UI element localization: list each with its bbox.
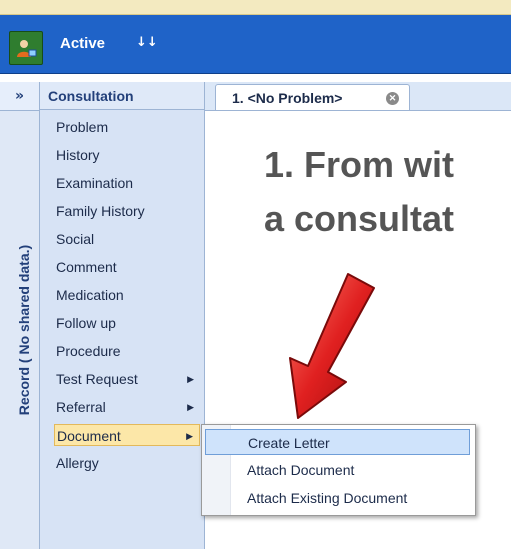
close-icon[interactable]: ✕: [386, 92, 399, 105]
menu-item-label: Comment: [56, 259, 117, 275]
tab-no-problem[interactable]: 1. <No Problem> ✕: [215, 84, 410, 110]
menu-item-comment[interactable]: Comment: [54, 256, 200, 278]
menu-item-label: Problem: [56, 119, 109, 135]
expand-panel-button[interactable]: »: [0, 82, 39, 111]
menu-item-label: Referral: [56, 399, 106, 415]
menu-item-follow-up[interactable]: Follow up: [54, 312, 200, 334]
menu-item-label: Procedure: [56, 343, 121, 359]
menu-item-procedure[interactable]: Procedure: [54, 340, 200, 362]
menu-item-label: Family History: [56, 203, 145, 219]
menu-item-family-history[interactable]: Family History: [54, 200, 200, 222]
menu-item-problem[interactable]: Problem: [54, 116, 200, 138]
menu-item-label: Examination: [56, 175, 134, 191]
consultation-panel: Consultation Problem History Examination Fa…: [40, 82, 205, 549]
menu-item-examination[interactable]: Examination: [54, 172, 200, 194]
submenu-arrow-icon: ▶: [187, 374, 194, 384]
top-strip: [0, 0, 511, 15]
toolbar: Active ↓↓: [0, 15, 511, 74]
menu-item-social[interactable]: Social: [54, 228, 200, 250]
red-arrow-icon: [289, 273, 375, 419]
menu-item-label: Follow up: [56, 315, 116, 331]
instruction-line-2: a consultat: [264, 198, 455, 239]
menu-item-label: History: [56, 147, 100, 163]
menu-item-label: Medication: [56, 287, 124, 303]
submenu-arrow-icon: ▶: [187, 402, 194, 412]
submenu-item-attach-existing-document[interactable]: Attach Existing Document: [205, 485, 470, 511]
double-chevron-down-icon[interactable]: ↓↓: [136, 35, 158, 50]
active-button[interactable]: Active: [60, 35, 105, 52]
menu-item-label: Social: [56, 231, 95, 247]
submenu-item-attach-document[interactable]: Attach Document: [205, 457, 470, 483]
document-submenu: Create Letter Attach Document Attach Exist…: [201, 424, 476, 516]
submenu-arrow-icon: ▶: [186, 431, 193, 441]
tab-bar: 1. <No Problem> ✕: [205, 82, 511, 111]
record-vertical-label: Record ( No shared data.): [16, 244, 32, 416]
instruction-line-1: 1. From wit: [264, 144, 455, 185]
menu-item-referral[interactable]: Referral ▶: [54, 396, 200, 418]
menu-item-label: Document: [57, 428, 121, 444]
consultation-header: Consultation: [40, 82, 204, 110]
record-side-strip: » Record ( No shared data.): [0, 82, 40, 549]
menu-item-history[interactable]: History: [54, 144, 200, 166]
menu-item-medication[interactable]: Medication: [54, 284, 200, 306]
menu-item-test-request[interactable]: Test Request ▶: [54, 368, 200, 390]
menu-item-allergy[interactable]: Allergy: [54, 452, 200, 474]
menu-item-document[interactable]: Document ▶: [54, 424, 200, 446]
tab-label: 1. <No Problem>: [232, 90, 343, 106]
user-status-icon[interactable]: [9, 31, 43, 65]
menu-item-label: Allergy: [56, 455, 99, 471]
instruction-text: 1. From wit a consultat: [264, 138, 454, 246]
menu-item-label: Test Request: [56, 371, 138, 387]
submenu-item-create-letter[interactable]: Create Letter: [205, 429, 470, 455]
